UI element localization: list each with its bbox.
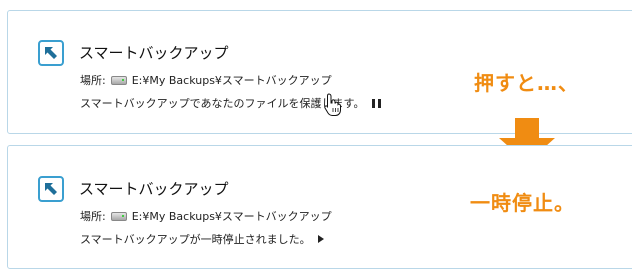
- status-text: スマートバックアップが一時停止されました。: [80, 233, 311, 246]
- backup-location: 場所: E:¥My Backups¥スマートバックアップ: [80, 72, 332, 88]
- location-path: E:¥My Backups¥スマートバックアップ: [131, 210, 332, 223]
- hand-cursor-icon: [324, 93, 341, 116]
- annotation-paused: 一時停止。: [470, 191, 575, 215]
- backup-title: スマートバックアップ: [79, 180, 229, 198]
- status-text: スマートバックアップであなたのファイルを保護します。: [80, 97, 365, 110]
- play-icon[interactable]: [317, 235, 324, 243]
- backup-title: スマートバックアップ: [79, 44, 229, 62]
- backup-status: スマートバックアップが一時停止されました。: [80, 231, 324, 247]
- location-label: 場所:: [80, 210, 106, 223]
- backup-location: 場所: E:¥My Backups¥スマートバックアップ: [80, 208, 332, 224]
- location-path: E:¥My Backups¥スマートバックアップ: [131, 74, 332, 87]
- location-label: 場所:: [80, 74, 106, 87]
- backup-arrow-icon: [38, 176, 64, 202]
- backup-arrow-icon: [38, 40, 64, 66]
- annotation-press: 押すと…、: [474, 71, 579, 95]
- pause-icon[interactable]: [372, 98, 382, 108]
- drive-icon: [110, 211, 127, 221]
- drive-icon: [110, 75, 127, 85]
